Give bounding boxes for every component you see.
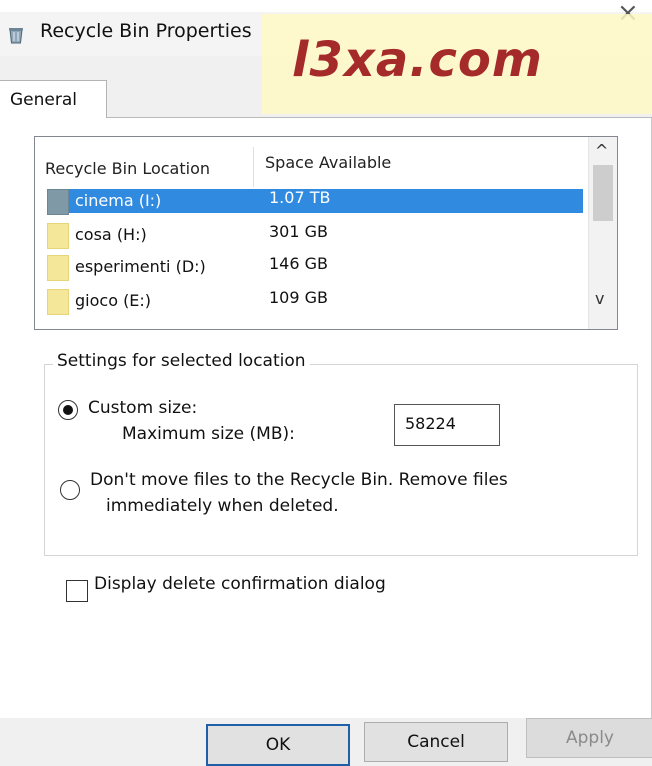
cancel-button[interactable]: Cancel	[364, 722, 508, 762]
tab-general-label: General	[10, 90, 77, 110]
space-available: 301 GB	[269, 222, 328, 241]
scroll-down-icon[interactable]: v	[595, 289, 604, 308]
column-header-location[interactable]: Recycle Bin Location	[45, 159, 210, 178]
custom-size-radio[interactable]	[58, 400, 78, 420]
dont-move-files-label[interactable]: Don't move files to the Recycle Bin. Rem…	[90, 470, 508, 490]
drive-icon	[47, 289, 69, 315]
drive-icon	[47, 255, 69, 281]
dont-move-files-radio[interactable]	[60, 480, 80, 500]
list-item-esperimenti[interactable]: esperimenti (D:) 146 GB	[47, 251, 583, 281]
settings-group-legend: Settings for selected location	[53, 351, 310, 371]
window-title: Recycle Bin Properties	[40, 20, 252, 42]
apply-button[interactable]: Apply	[526, 718, 652, 758]
location-name: esperimenti (D:)	[75, 257, 206, 276]
tab-general[interactable]: General	[0, 80, 107, 119]
dont-move-files-label-line2[interactable]: immediately when deleted.	[106, 496, 339, 516]
column-divider[interactable]	[253, 147, 254, 187]
top-strip	[0, 0, 652, 12]
ok-button[interactable]: OK	[206, 724, 350, 766]
confirm-dialog-checkbox[interactable]	[66, 580, 88, 602]
watermark-text: l3xa.com	[292, 32, 543, 88]
maximum-size-value: 58224	[405, 414, 456, 433]
settings-group: Settings for selected location	[44, 351, 638, 556]
space-available: 146 GB	[269, 254, 328, 273]
maximum-size-input[interactable]: 58224	[394, 404, 500, 446]
list-item-cosa[interactable]: cosa (H:) 301 GB	[47, 219, 583, 249]
scroll-thumb[interactable]	[593, 165, 613, 221]
recycle-bin-icon	[9, 28, 23, 44]
space-available: 1.07 TB	[269, 188, 331, 207]
maximum-size-label: Maximum size (MB):	[122, 424, 295, 444]
list-item-gioco[interactable]: gioco (E:) 109 GB	[47, 285, 583, 315]
recycle-bin-location-list[interactable]: Recycle Bin Location Space Available cin…	[34, 136, 618, 330]
confirm-dialog-label[interactable]: Display delete confirmation dialog	[94, 574, 386, 594]
list-scrollbar[interactable]: ^ v	[588, 137, 617, 329]
scroll-up-icon[interactable]: ^	[595, 141, 608, 160]
location-name: cosa (H:)	[75, 225, 147, 244]
drive-icon	[47, 189, 69, 215]
drive-icon	[47, 223, 69, 249]
space-available: 109 GB	[269, 288, 328, 307]
custom-size-label[interactable]: Custom size:	[88, 398, 197, 418]
column-header-space[interactable]: Space Available	[265, 153, 391, 172]
location-name: cinema (I:)	[75, 191, 162, 210]
location-name: gioco (E:)	[75, 291, 152, 310]
list-item-cinema[interactable]: cinema (I:) 1.07 TB	[47, 185, 583, 215]
